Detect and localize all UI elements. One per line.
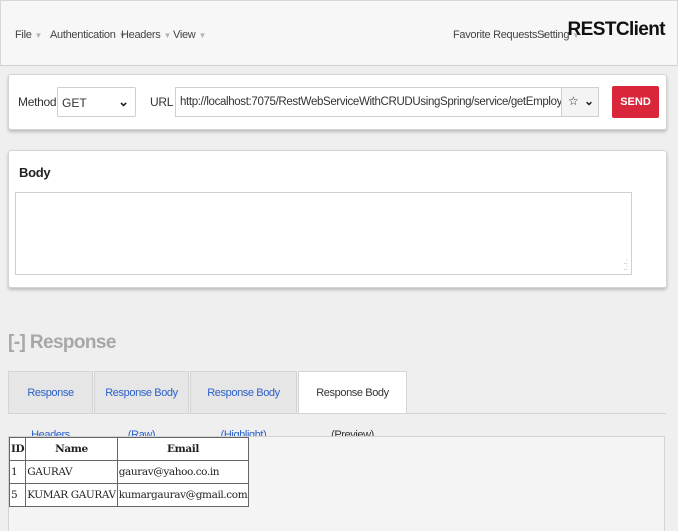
send-button[interactable]: SEND (612, 86, 659, 118)
cell-id: 5 (8, 483, 27, 507)
cell-id: 1 (8, 460, 27, 484)
caret-down-icon: ▼ (198, 31, 207, 40)
column-header-id: ID (8, 437, 27, 461)
favorite-url-button[interactable]: ☆ ⌄ (561, 87, 599, 117)
cell-email: gaurav@yahoo.co.in (116, 460, 250, 484)
menu-favorite-requests[interactable]: Favorite Requests ▼ (453, 29, 548, 41)
table-row: 5 KUMAR GAURAV kumargaurav@gmail.com (8, 483, 250, 507)
cell-email: kumargaurav@gmail.com (116, 483, 250, 507)
resize-grip-icon[interactable]: .:.: (624, 258, 628, 272)
employee-table: ID Name Email 1 GAURAV gaurav@yahoo.co.i… (8, 437, 250, 507)
body-panel: Body .:.: (8, 150, 667, 288)
table-header-row: ID Name Email (8, 437, 250, 461)
chevron-down-icon: ⌄ (584, 94, 595, 108)
tab-response-headers[interactable]: Response Headers (8, 371, 93, 441)
method-select[interactable]: GET ⌄ (57, 87, 136, 117)
menu-file[interactable]: File ▼ (15, 29, 42, 41)
response-preview-pane: ID Name Email 1 GAURAV gaurav@yahoo.co.i… (8, 436, 665, 531)
url-label: URL (150, 95, 174, 109)
table-row: 1 GAURAV gaurav@yahoo.co.in (8, 460, 250, 484)
app-brand: RESTClient (567, 19, 666, 40)
menu-bar: File ▼ Authentication ▼ Headers ▼ View ▼ Fav… (0, 0, 678, 66)
tab-response-body-preview[interactable]: Response Body (Preview) (298, 371, 407, 441)
method-label: Method (18, 95, 57, 109)
caret-down-icon: ▼ (163, 31, 172, 40)
column-header-name: Name (25, 437, 118, 461)
tab-response-body-highlight[interactable]: Response Body (Highlight) (190, 371, 297, 441)
menu-view[interactable]: View ▼ (173, 29, 206, 41)
menu-headers[interactable]: Headers ▼ (121, 29, 171, 41)
menu-authentication[interactable]: Authentication ▼ (50, 29, 126, 41)
column-header-email: Email (116, 437, 250, 461)
star-icon: ☆ (568, 94, 579, 108)
url-input[interactable]: http://localhost:7075/RestWebServiceWith… (175, 87, 562, 117)
response-toggle-title[interactable]: [-] Response (8, 332, 116, 354)
tab-divider (8, 413, 666, 414)
tab-response-body-raw[interactable]: Response Body (Raw) (94, 371, 189, 441)
cell-name: GAURAV (25, 460, 118, 484)
request-panel: Method GET ⌄ URL http://localhost:7075/R… (8, 74, 667, 130)
method-value: GET (62, 96, 87, 110)
body-title: Body (19, 165, 51, 180)
caret-down-icon: ▼ (34, 31, 43, 40)
body-textarea[interactable]: .:.: (15, 192, 632, 275)
cell-name: KUMAR GAURAV (25, 483, 118, 507)
chevron-down-icon: ⌄ (118, 94, 129, 109)
